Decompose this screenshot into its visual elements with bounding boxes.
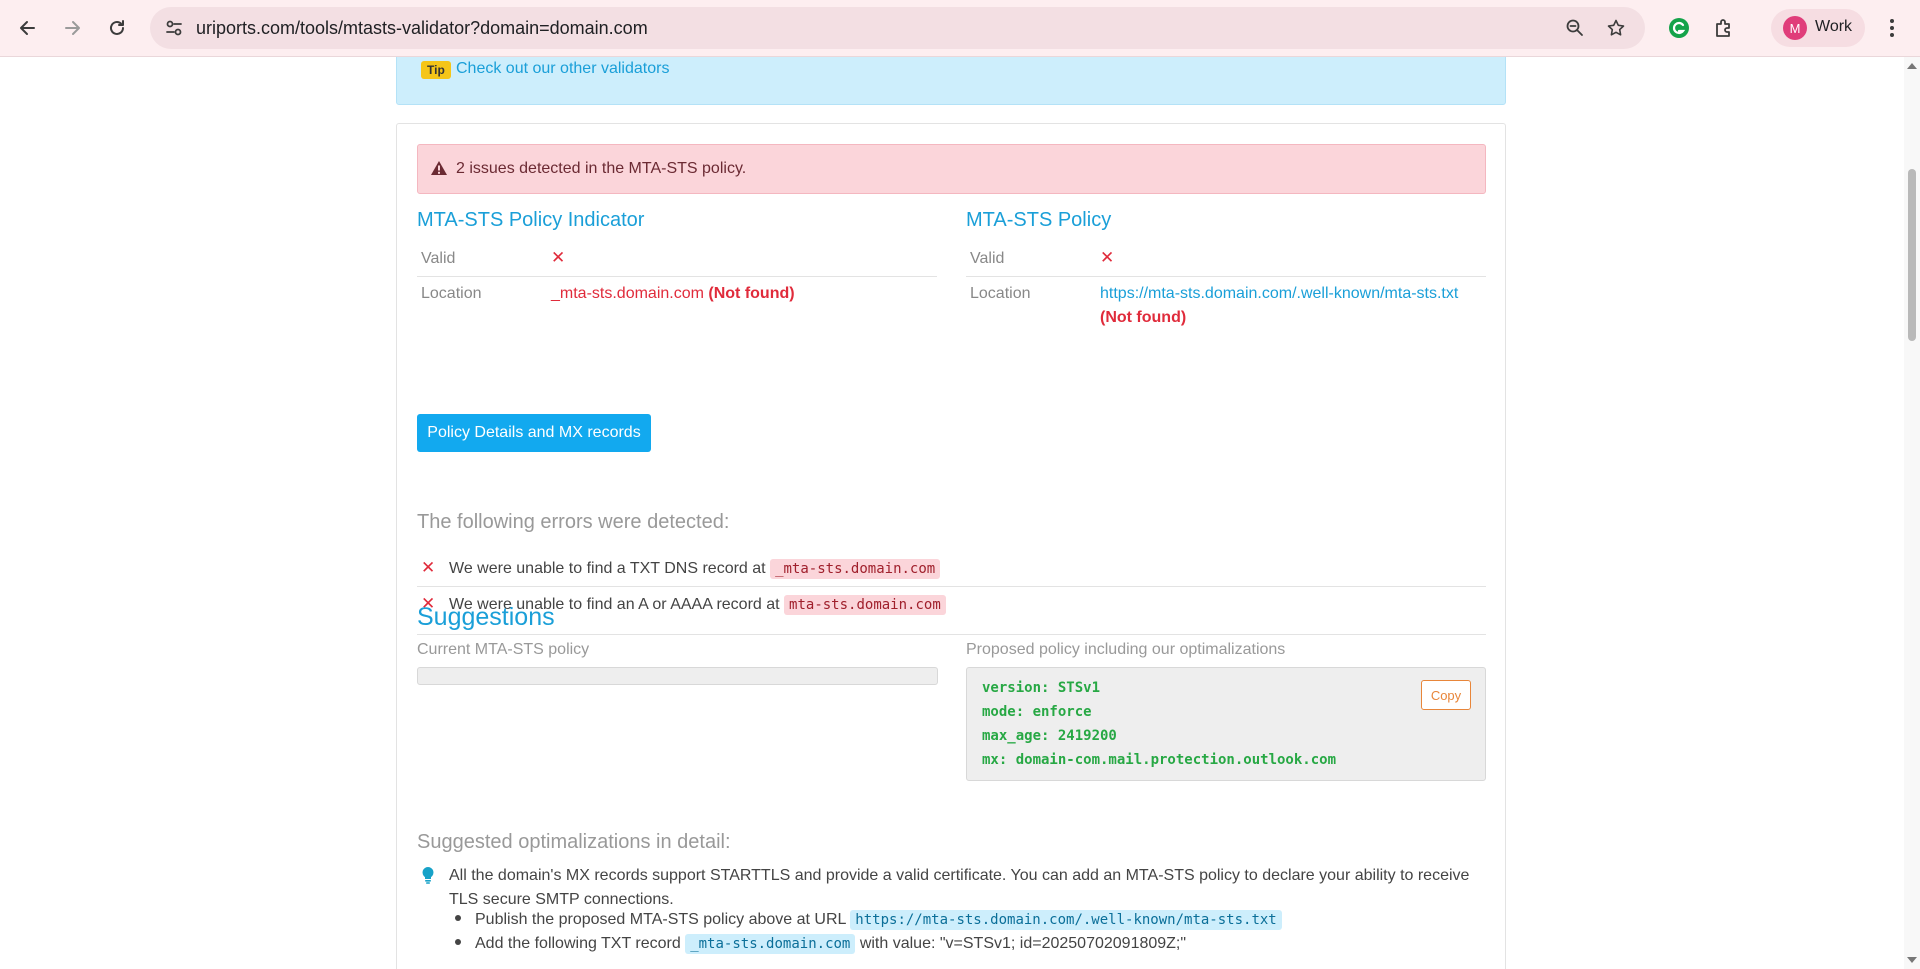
error-code: mta-sts.domain.com	[784, 595, 946, 615]
avatar: M	[1783, 16, 1807, 40]
policy-not-found: (Not found)	[1100, 309, 1187, 326]
current-policy-label: Current MTA-STS policy	[417, 641, 590, 658]
indicator-location-label: Location	[421, 285, 482, 302]
indicator-location-value: _mta-sts.domain.com (Not found)	[551, 285, 795, 303]
policy-valid-row: Valid ✕	[966, 242, 1486, 277]
indicator-not-found: (Not found)	[708, 285, 795, 302]
profile-button[interactable]: M Work	[1771, 9, 1865, 47]
policy-heading: MTA-STS Policy	[966, 209, 1112, 231]
policy-line: mode: enforce	[982, 704, 1092, 720]
invalid-x-icon: ✕	[1100, 248, 1115, 267]
policy-details-button[interactable]: Policy Details and MX records	[417, 414, 651, 452]
reload-button[interactable]	[101, 12, 133, 44]
txt-record-code: _mta-sts.domain.com	[685, 934, 856, 954]
warning-triangle-icon	[430, 160, 448, 181]
grammarly-extension-icon[interactable]	[1663, 12, 1695, 44]
indicator-table: Valid ✕ Location _mta-sts.domain.com (No…	[417, 242, 937, 312]
bullet-text: Publish the proposed MTA-STS policy abov…	[475, 911, 846, 928]
policy-url-code: https://mta-sts.domain.com/.well-known/m…	[850, 910, 1282, 930]
arrow-right-icon	[65, 21, 80, 35]
policy-location-row: Location https://mta-sts.domain.com/.wel…	[966, 277, 1486, 337]
list-item: Add the following TXT record _mta-sts.do…	[455, 934, 1187, 954]
list-item: Publish the proposed MTA-STS policy abov…	[455, 910, 1282, 930]
tip-banner: Tip Check out our other validators	[396, 57, 1506, 105]
scroll-down-arrow-icon[interactable]	[1907, 957, 1917, 963]
error-x-icon: ✕	[421, 558, 436, 577]
reload-icon	[110, 20, 124, 35]
profile-label: Work	[1815, 18, 1853, 35]
back-button[interactable]	[12, 12, 44, 44]
extensions-puzzle-icon[interactable]	[1708, 12, 1740, 44]
optimalizations-heading: Suggested optimalizations in detail:	[417, 831, 731, 853]
tip-badge: Tip	[421, 61, 451, 79]
proposed-policy-box: version: STSv1 mode: enforce max_age: 24…	[966, 667, 1486, 781]
bullet-dot	[455, 914, 461, 921]
bullet-text: Add the following TXT record	[475, 935, 681, 952]
current-policy-box	[417, 667, 938, 685]
browser-menu-button[interactable]	[1876, 12, 1908, 44]
suggestions-heading: Suggestions	[417, 603, 555, 631]
policy-line: max_age: 2419200	[982, 728, 1117, 744]
optimalization-text: All the domain's MX records support STAR…	[449, 867, 1470, 908]
zoom-icon[interactable]	[1563, 16, 1587, 40]
url-text[interactable]: uriports.com/tools/mtasts-validator?doma…	[196, 18, 648, 39]
forward-button[interactable]	[56, 12, 88, 44]
error-text: We were unable to find a TXT DNS record …	[449, 559, 941, 579]
arrow-left-icon	[20, 21, 35, 35]
policy-line: version: STSv1	[982, 680, 1101, 696]
bookmark-star-icon[interactable]	[1604, 16, 1628, 40]
invalid-x-icon: ✕	[551, 248, 566, 267]
indicator-valid-row: Valid ✕	[417, 242, 937, 277]
indicator-valid-label: Valid	[421, 250, 456, 267]
policy-table: Valid ✕ Location https://mta-sts.domain.…	[966, 242, 1486, 337]
indicator-heading: MTA-STS Policy Indicator	[417, 209, 645, 231]
policy-line: mx: domain-com.mail.protection.outlook.c…	[982, 752, 1337, 768]
policy-location-label: Location	[970, 285, 1031, 302]
error-code: _mta-sts.domain.com	[770, 559, 941, 579]
issues-alert: 2 issues detected in the MTA-STS policy.	[417, 144, 1486, 194]
policy-location-link[interactable]: https://mta-sts.domain.com/.well-known/m…	[1100, 285, 1458, 303]
page-scrollbar[interactable]	[1904, 57, 1920, 969]
scroll-up-arrow-icon[interactable]	[1907, 63, 1917, 69]
kebab-menu-icon	[1890, 19, 1894, 37]
indicator-location-row: Location _mta-sts.domain.com (Not found)	[417, 277, 937, 312]
error-item: ✕ We were unable to find an A or AAAA re…	[417, 587, 1486, 623]
copy-button[interactable]: Copy	[1421, 680, 1471, 710]
indicator-location-link[interactable]: _mta-sts.domain.com	[551, 285, 704, 302]
page-viewport: Tip Check out our other validators 2 iss…	[0, 57, 1904, 969]
address-bar[interactable]: uriports.com/tools/mtasts-validator?doma…	[150, 7, 1645, 49]
browser-toolbar: uriports.com/tools/mtasts-validator?doma…	[0, 0, 1920, 57]
results-card: 2 issues detected in the MTA-STS policy.…	[396, 123, 1506, 969]
section-divider	[417, 634, 1486, 635]
bullet-dot	[455, 938, 461, 945]
errors-heading: The following errors were detected:	[417, 511, 730, 533]
bullet-suffix: with value: "v=STSv1; id=20250702091809Z…	[859, 935, 1187, 952]
error-message: We were unable to find a TXT DNS record …	[449, 560, 766, 577]
policy-valid-label: Valid	[970, 250, 1005, 267]
lightbulb-icon	[421, 866, 435, 889]
site-settings-icon[interactable]	[162, 16, 186, 40]
proposed-policy-label: Proposed policy including our optimaliza…	[966, 641, 1286, 658]
error-item: ✕ We were unable to find a TXT DNS recor…	[417, 551, 1486, 587]
other-validators-link[interactable]: Check out our other validators	[456, 60, 669, 78]
alert-text: 2 issues detected in the MTA-STS policy.	[456, 160, 747, 177]
scrollbar-thumb[interactable]	[1908, 169, 1916, 341]
